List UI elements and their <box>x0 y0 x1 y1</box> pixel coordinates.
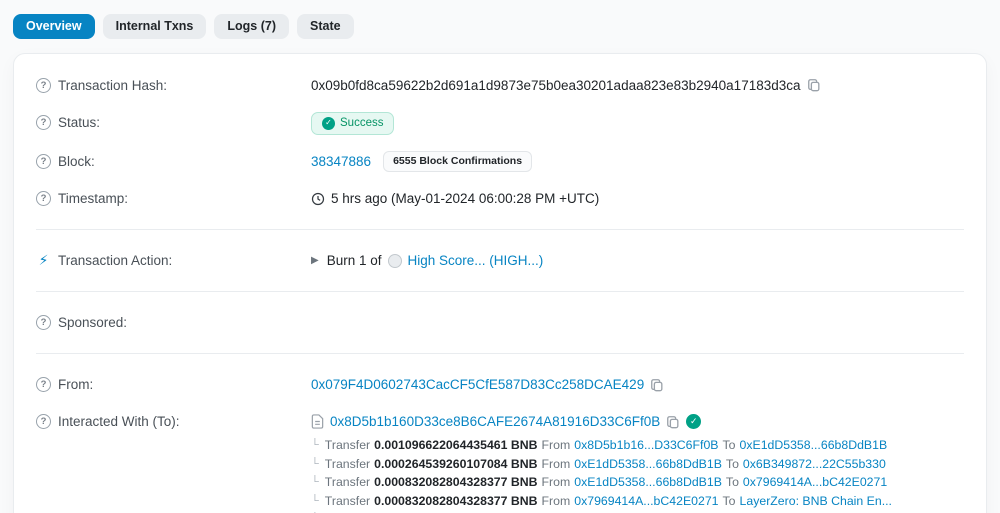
help-icon[interactable]: ? <box>36 414 51 429</box>
transfer-row: └ Transfer 0.000832082804328377 BNB From… <box>311 492 964 511</box>
lightning-icon: ⚡ <box>36 250 51 271</box>
from-label: ? From: <box>36 374 311 395</box>
block-row: ? Block: 38347886 6555 Block Confirmatio… <box>36 143 964 181</box>
transfer-amount: 0.000264539260107084 BNB <box>374 455 537 474</box>
transaction-action-row: ⚡ Transaction Action: ▶ Burn 1 of High S… <box>36 242 964 279</box>
verified-check-icon: ✓ <box>686 414 701 429</box>
status-row: ? Status: ✓ Success <box>36 104 964 143</box>
row-label-text: Transaction Action: <box>58 250 172 271</box>
transfer-from-link[interactable]: 0x8D5b1b16...D33C6Ff0B <box>574 436 718 455</box>
transaction-hash-value: 0x09b0fd8ca59622b2d691a1d9873e75b0ea3020… <box>311 75 801 96</box>
status-label: ? Status: <box>36 112 311 133</box>
tree-corner-icon: └ <box>311 436 319 455</box>
row-label-text: From: <box>58 374 93 395</box>
tree-corner-icon: └ <box>311 492 319 511</box>
transfer-amount: 0.000832082804328377 BNB <box>374 473 537 492</box>
check-circle-icon: ✓ <box>322 117 335 130</box>
tab-logs[interactable]: Logs (7) <box>214 14 289 39</box>
sponsored-label: ? Sponsored: <box>36 312 311 333</box>
status-badge-text: Success <box>340 117 383 130</box>
help-icon[interactable]: ? <box>36 315 51 330</box>
transfer-to-label: To <box>723 492 736 511</box>
tab-bar: Overview Internal Txns Logs (7) State <box>0 0 1000 39</box>
transfer-to-label: To <box>726 473 739 492</box>
transfer-action-label: Transfer <box>325 492 370 511</box>
caret-right-icon[interactable]: ▶ <box>311 250 319 271</box>
timestamp-value: 5 hrs ago (May-01-2024 06:00:28 PM +UTC) <box>331 188 599 209</box>
transfer-action-label: Transfer <box>325 473 370 492</box>
transfer-to-link[interactable]: 0xE1dD5358...66b8DdB1B <box>740 436 888 455</box>
interacted-with-label: ? Interacted With (To): <box>36 411 311 432</box>
tree-corner-icon: └ <box>311 455 319 474</box>
section-divider <box>36 229 964 230</box>
tab-state[interactable]: State <box>297 14 354 39</box>
sponsored-row: ? Sponsored: <box>36 304 964 341</box>
row-label-text: Transaction Hash: <box>58 75 167 96</box>
transfer-from-label: From <box>542 473 571 492</box>
transaction-hash-label: ? Transaction Hash: <box>36 75 311 96</box>
block-label: ? Block: <box>36 151 311 172</box>
transfer-from-link[interactable]: 0xE1dD5358...66b8DdB1B <box>574 455 722 474</box>
transfer-to-link[interactable]: 0x6B349872...22C55b330 <box>743 455 886 474</box>
help-icon[interactable]: ? <box>36 377 51 392</box>
transfer-amount: 0.001096622064435461 BNB <box>374 436 537 455</box>
transfer-row: └ Transfer 0.000832082804328377 BNB From… <box>311 473 964 492</box>
transaction-overview-card: ? Transaction Hash: 0x09b0fd8ca59622b2d6… <box>13 53 987 513</box>
transfer-from-label: From <box>542 492 571 511</box>
transfer-from-link[interactable]: 0x7969414A...bC42E0271 <box>574 492 718 511</box>
from-address-link[interactable]: 0x079F4D0602743CacCF5CfE587D83Cc258DCAE4… <box>311 374 644 395</box>
clock-icon <box>311 192 325 206</box>
section-divider <box>36 353 964 354</box>
timestamp-label: ? Timestamp: <box>36 188 311 209</box>
help-icon[interactable]: ? <box>36 191 51 206</box>
block-number-link[interactable]: 38347886 <box>311 151 371 172</box>
from-row: ? From: 0x079F4D0602743CacCF5CfE587D83Cc… <box>36 366 964 403</box>
transfer-action-label: Transfer <box>325 455 370 474</box>
transfer-to-link[interactable]: LayerZero: BNB Chain En... <box>740 492 892 511</box>
tab-overview[interactable]: Overview <box>13 14 95 39</box>
transfer-action-label: Transfer <box>325 436 370 455</box>
interacted-address-link[interactable]: 0x8D5b1b160D33ce8B6CAFE2674A81916D33C6Ff… <box>330 411 660 432</box>
tree-corner-icon: └ <box>311 473 319 492</box>
transfer-row: └ Transfer 0.000264539260107084 BNB From… <box>311 455 964 474</box>
row-label-text: Status: <box>58 112 100 133</box>
tab-internal-txns[interactable]: Internal Txns <box>103 14 207 39</box>
transaction-action-label: ⚡ Transaction Action: <box>36 250 311 271</box>
row-label-text: Block: <box>58 151 95 172</box>
token-link[interactable]: High Score... (HIGH...) <box>408 250 544 271</box>
transfer-to-link[interactable]: 0x7969414A...bC42E0271 <box>743 473 887 492</box>
transfer-from-link[interactable]: 0xE1dD5358...66b8DdB1B <box>574 473 722 492</box>
row-label-text: Timestamp: <box>58 188 128 209</box>
transaction-hash-row: ? Transaction Hash: 0x09b0fd8ca59622b2d6… <box>36 67 964 104</box>
copy-icon[interactable] <box>650 378 664 392</box>
transfer-to-label: To <box>726 455 739 474</box>
section-divider <box>36 291 964 292</box>
help-icon[interactable]: ? <box>36 115 51 130</box>
transfer-from-label: From <box>542 455 571 474</box>
interacted-with-row: ? Interacted With (To): 0x8D5b1b160D33ce… <box>36 403 964 434</box>
timestamp-row: ? Timestamp: 5 hrs ago (May-01-2024 06:0… <box>36 180 964 217</box>
copy-icon[interactable] <box>807 78 821 92</box>
help-icon[interactable]: ? <box>36 154 51 169</box>
action-text: Burn 1 of <box>327 250 382 271</box>
transfer-from-label: From <box>542 436 571 455</box>
row-label-text: Sponsored: <box>58 312 127 333</box>
copy-icon[interactable] <box>666 415 680 429</box>
transfer-amount: 0.000832082804328377 BNB <box>374 492 537 511</box>
transfer-list: └ Transfer 0.001096622064435461 BNB From… <box>311 436 964 513</box>
contract-icon <box>311 414 324 429</box>
transfer-row: └ Transfer 0.001096622064435461 BNB From… <box>311 436 964 455</box>
block-confirmations-badge: 6555 Block Confirmations <box>383 151 532 173</box>
row-label-text: Interacted With (To): <box>58 411 180 432</box>
status-badge: ✓ Success <box>311 112 394 135</box>
help-icon[interactable]: ? <box>36 78 51 93</box>
token-icon <box>388 254 402 268</box>
transfer-to-label: To <box>723 436 736 455</box>
